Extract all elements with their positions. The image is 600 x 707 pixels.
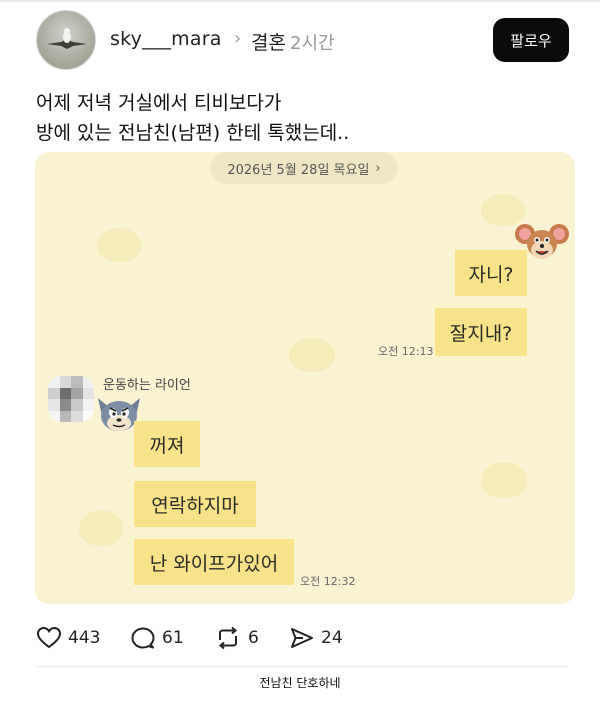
- divider: [36, 666, 568, 667]
- sent-message[interactable]: 자니?: [455, 250, 527, 296]
- share-button[interactable]: 24: [289, 620, 343, 656]
- share-count: 24: [321, 628, 343, 648]
- background-heart-shape: [481, 462, 527, 498]
- sent-timestamp: 오전 12:13: [378, 345, 434, 358]
- post-line-2: 방에 있는 전남친(남편) 한테 톡했는데..: [36, 122, 350, 144]
- received-message[interactable]: 연락하지마: [134, 481, 256, 527]
- contact-name: 운동하는 라이언: [103, 378, 191, 393]
- background-heart-shape: [79, 510, 123, 546]
- user-avatar[interactable]: [36, 10, 96, 70]
- post-header: sky___mara › 결혼 2시간 팔로우: [0, 0, 600, 80]
- repost-icon: [218, 626, 238, 650]
- received-timestamp: 오전 12:32: [300, 575, 356, 588]
- comment-icon: [131, 627, 155, 649]
- chat-date-pill[interactable]: 2026년 5월 28일 목요일 ›: [210, 152, 398, 184]
- like-count: 443: [68, 628, 101, 648]
- post-body: 어제 저녁 거실에서 티비보다가 방에 있는 전남친(남편) 한테 톡했는데..: [36, 88, 349, 148]
- chevron-right-icon: ›: [375, 160, 381, 176]
- repost-button[interactable]: 6: [214, 620, 259, 656]
- post-time: 2시간: [290, 33, 335, 54]
- comment-count: 61: [162, 628, 184, 648]
- send-icon: [291, 628, 313, 648]
- sent-message[interactable]: 잘지내?: [435, 308, 527, 356]
- blurred-contact-avatar[interactable]: [48, 376, 94, 422]
- like-button[interactable]: 443: [36, 620, 100, 656]
- category-link[interactable]: 결혼: [251, 28, 286, 55]
- username[interactable]: sky___mara: [110, 28, 222, 50]
- chat-date: 2026년 5월 28일 목요일: [227, 162, 370, 178]
- post-line-1: 어제 저녁 거실에서 티비보다가: [36, 92, 282, 114]
- follow-button[interactable]: 팔로우: [493, 18, 569, 62]
- comment-button[interactable]: 61: [130, 620, 184, 656]
- chevron-right-icon: ›: [234, 28, 242, 49]
- received-message[interactable]: 꺼져: [134, 421, 200, 467]
- post-actions: 443 61 6 24: [0, 620, 600, 656]
- background-heart-shape: [289, 338, 335, 372]
- received-message[interactable]: 난 와이프가있어: [134, 539, 294, 585]
- background-heart-shape: [97, 228, 141, 262]
- repost-count: 6: [248, 628, 259, 648]
- caption-text: 전남친 단호하네: [259, 676, 341, 690]
- heart-icon: [36, 626, 62, 649]
- bird-avatar-icon: [47, 28, 87, 49]
